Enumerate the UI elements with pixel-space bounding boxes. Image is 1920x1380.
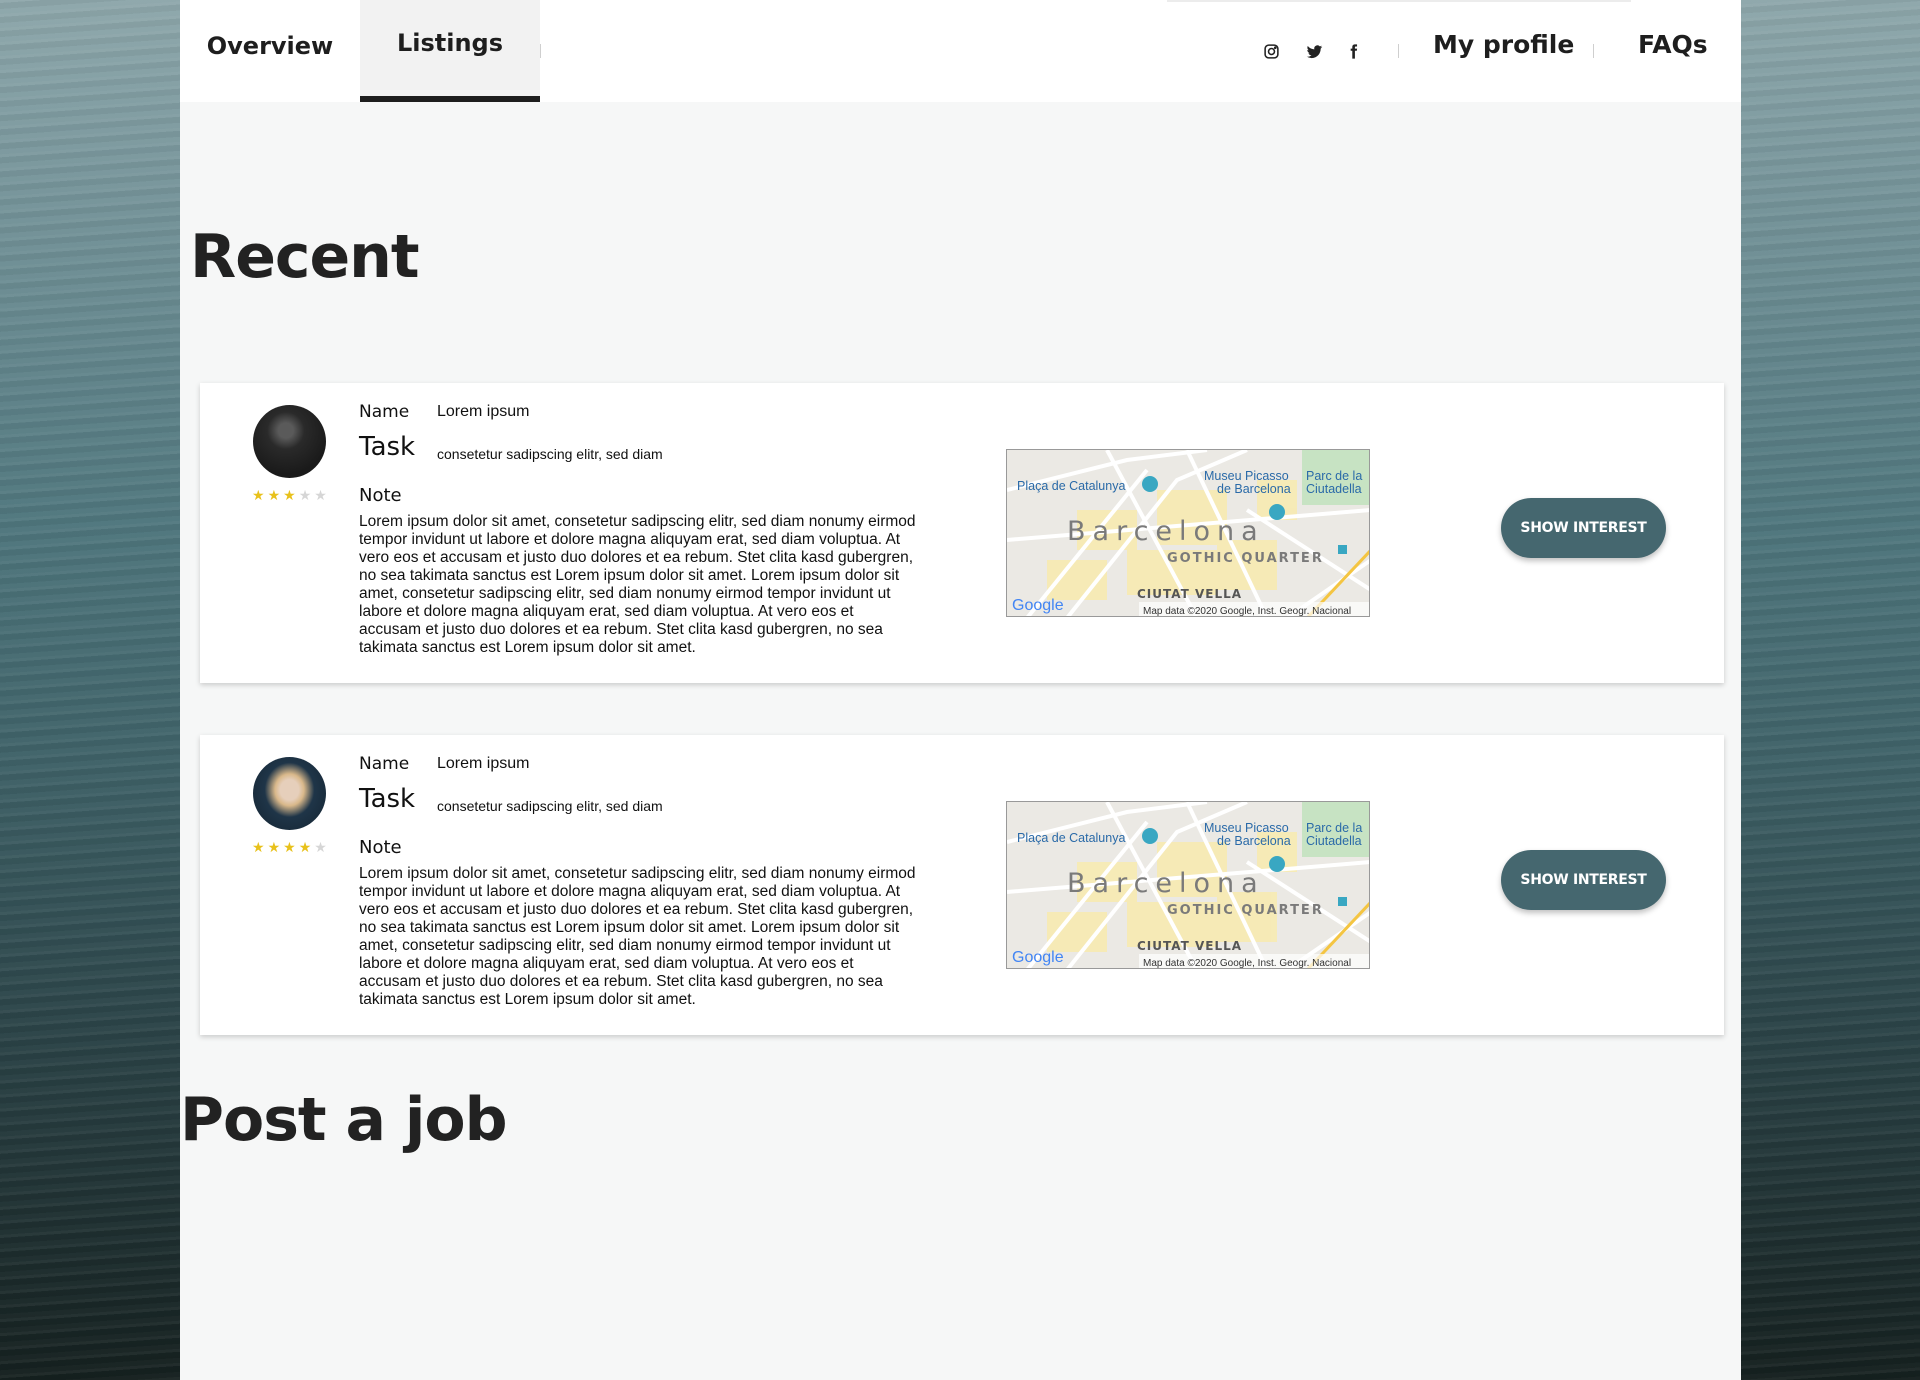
map-label: CIUTAT VELLA — [1137, 587, 1242, 601]
map-label: Parc de la — [1306, 821, 1362, 835]
star-filled-icon: ★ — [298, 839, 312, 855]
nav-my-profile[interactable]: My profile — [1433, 30, 1574, 59]
map-label: CIUTAT VELLA — [1137, 939, 1242, 953]
page-container: Overview Listings My profile FAQs Recent… — [180, 0, 1741, 1380]
map-label: de Barcelona — [1217, 834, 1291, 848]
note-text: Lorem ipsum dolor sit amet, consetetur s… — [359, 865, 916, 1008]
section-title-recent: Recent — [190, 222, 420, 292]
task-label: Task — [359, 784, 416, 814]
header-divider — [1167, 0, 1631, 2]
top-nav: Overview Listings My profile FAQs — [180, 0, 1741, 102]
map-label: GOTHIC QUARTER — [1167, 551, 1324, 566]
map-label: Plaça de Catalunya — [1017, 479, 1125, 493]
name-label: Name — [359, 754, 410, 774]
map-brand: Google — [1012, 597, 1064, 614]
show-interest-button[interactable]: SHOW INTEREST — [1501, 498, 1666, 558]
map-label: Ciutadella — [1306, 834, 1362, 848]
tab-overview[interactable]: Overview — [180, 0, 360, 102]
nav-separator — [1398, 44, 1399, 58]
map-brand: Google — [1012, 949, 1064, 966]
map-attribution: Map data ©2020 Google, Inst. Geogr. Naci… — [1143, 606, 1351, 617]
nav-faqs[interactable]: FAQs — [1638, 30, 1708, 59]
facebook-icon[interactable] — [1340, 38, 1366, 64]
map-city: Barcelona — [1067, 868, 1265, 899]
star-empty-icon: ★ — [314, 839, 327, 855]
location-map[interactable]: Plaça de Catalunya Museu Picasso de Barc… — [1006, 449, 1370, 617]
map-label: Plaça de Catalunya — [1017, 831, 1125, 845]
name-label: Name — [359, 402, 410, 422]
note-text: Lorem ipsum dolor sit amet, consetetur s… — [359, 513, 916, 656]
name-value: Lorem ipsum — [437, 755, 530, 772]
show-interest-button[interactable]: SHOW INTEREST — [1501, 850, 1666, 910]
star-empty-icon: ★ — [298, 487, 312, 503]
rating-stars: ★ ★ ★ ★ ★ — [252, 840, 327, 854]
name-value: Lorem ipsum — [437, 403, 530, 420]
note-label: Note — [359, 485, 402, 506]
map-graphic: Plaça de Catalunya Museu Picasso de Barc… — [1007, 802, 1369, 969]
listing-card: ★ ★ ★ ★ ★ Name Lorem ipsum Task consetetur s… — [200, 383, 1724, 683]
nav-separator — [1593, 44, 1594, 58]
star-filled-icon: ★ — [267, 839, 281, 855]
map-city: Barcelona — [1067, 516, 1265, 547]
instagram-icon[interactable] — [1258, 38, 1284, 64]
map-label: Ciutadella — [1306, 482, 1362, 496]
star-filled-icon: ★ — [252, 487, 265, 503]
task-value: consetetur sadipscing elitr, sed diam — [437, 798, 663, 814]
map-attribution: Map data ©2020 Google, Inst. Geogr. Naci… — [1143, 958, 1351, 969]
listing-card: ★ ★ ★ ★ ★ Name Lorem ipsum Task consetetur s… — [200, 735, 1724, 1035]
map-label: Museu Picasso — [1204, 469, 1289, 483]
map-label: de Barcelona — [1217, 482, 1291, 496]
tab-separator — [540, 44, 541, 58]
map-label: GOTHIC QUARTER — [1167, 903, 1324, 918]
avatar — [253, 405, 326, 478]
avatar — [253, 757, 326, 830]
star-filled-icon: ★ — [252, 839, 265, 855]
map-graphic: Plaça de Catalunya Museu Picasso de Barc… — [1007, 450, 1369, 617]
star-filled-icon: ★ — [283, 487, 296, 503]
rating-stars: ★ ★ ★ ★ ★ — [252, 488, 327, 502]
twitter-icon[interactable] — [1301, 38, 1327, 64]
tab-listings[interactable]: Listings — [360, 0, 540, 102]
task-value: consetetur sadipscing elitr, sed diam — [437, 446, 663, 462]
map-label: Parc de la — [1306, 469, 1362, 483]
task-label: Task — [359, 432, 416, 462]
section-title-post-a-job: Post a job — [180, 1085, 508, 1155]
location-map[interactable]: Plaça de Catalunya Museu Picasso de Barc… — [1006, 801, 1370, 969]
map-label: Museu Picasso — [1204, 821, 1289, 835]
star-filled-icon: ★ — [283, 839, 296, 855]
star-empty-icon: ★ — [314, 487, 327, 503]
star-filled-icon: ★ — [267, 487, 281, 503]
note-label: Note — [359, 837, 402, 858]
